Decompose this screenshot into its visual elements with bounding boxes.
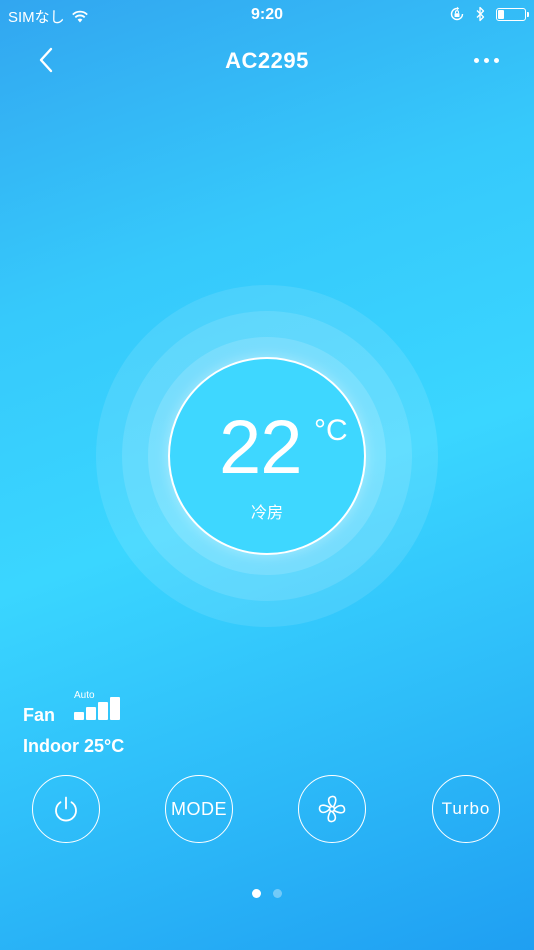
turbo-button-label: Turbo (441, 799, 491, 818)
temperature-unit: °C (314, 414, 348, 447)
page-title: AC2295 (225, 48, 309, 73)
current-mode-label: 冷房 (250, 505, 283, 522)
mode-button[interactable]: MODE (165, 775, 233, 843)
battery-level (498, 9, 505, 19)
ellipsis-icon (473, 57, 479, 63)
fan-label: Fan (23, 705, 56, 725)
temperature-value: 22 (219, 405, 303, 490)
more-options-button[interactable] (464, 44, 508, 76)
mode-button-label: MODE (171, 798, 227, 819)
power-icon (55, 796, 77, 822)
fan-level-bar (98, 702, 108, 720)
fan-level-bar (86, 707, 96, 720)
turbo-button[interactable]: Turbo (432, 775, 500, 843)
fan-icon (318, 795, 346, 823)
indoor-temperature: Indoor 25°C (23, 736, 125, 756)
bluetooth-icon (476, 6, 485, 22)
status-bar-right (449, 6, 529, 22)
page-dot[interactable] (252, 889, 261, 898)
fan-level-bar (110, 697, 120, 720)
page-dot[interactable] (273, 889, 282, 898)
fan-button[interactable] (298, 775, 366, 843)
power-button[interactable] (32, 775, 100, 843)
orientation-lock-icon (450, 6, 464, 21)
fan-speed-indicator[interactable] (74, 694, 124, 720)
fan-level-bar (74, 712, 84, 720)
page-indicator[interactable] (0, 889, 534, 898)
battery-icon (496, 7, 529, 21)
